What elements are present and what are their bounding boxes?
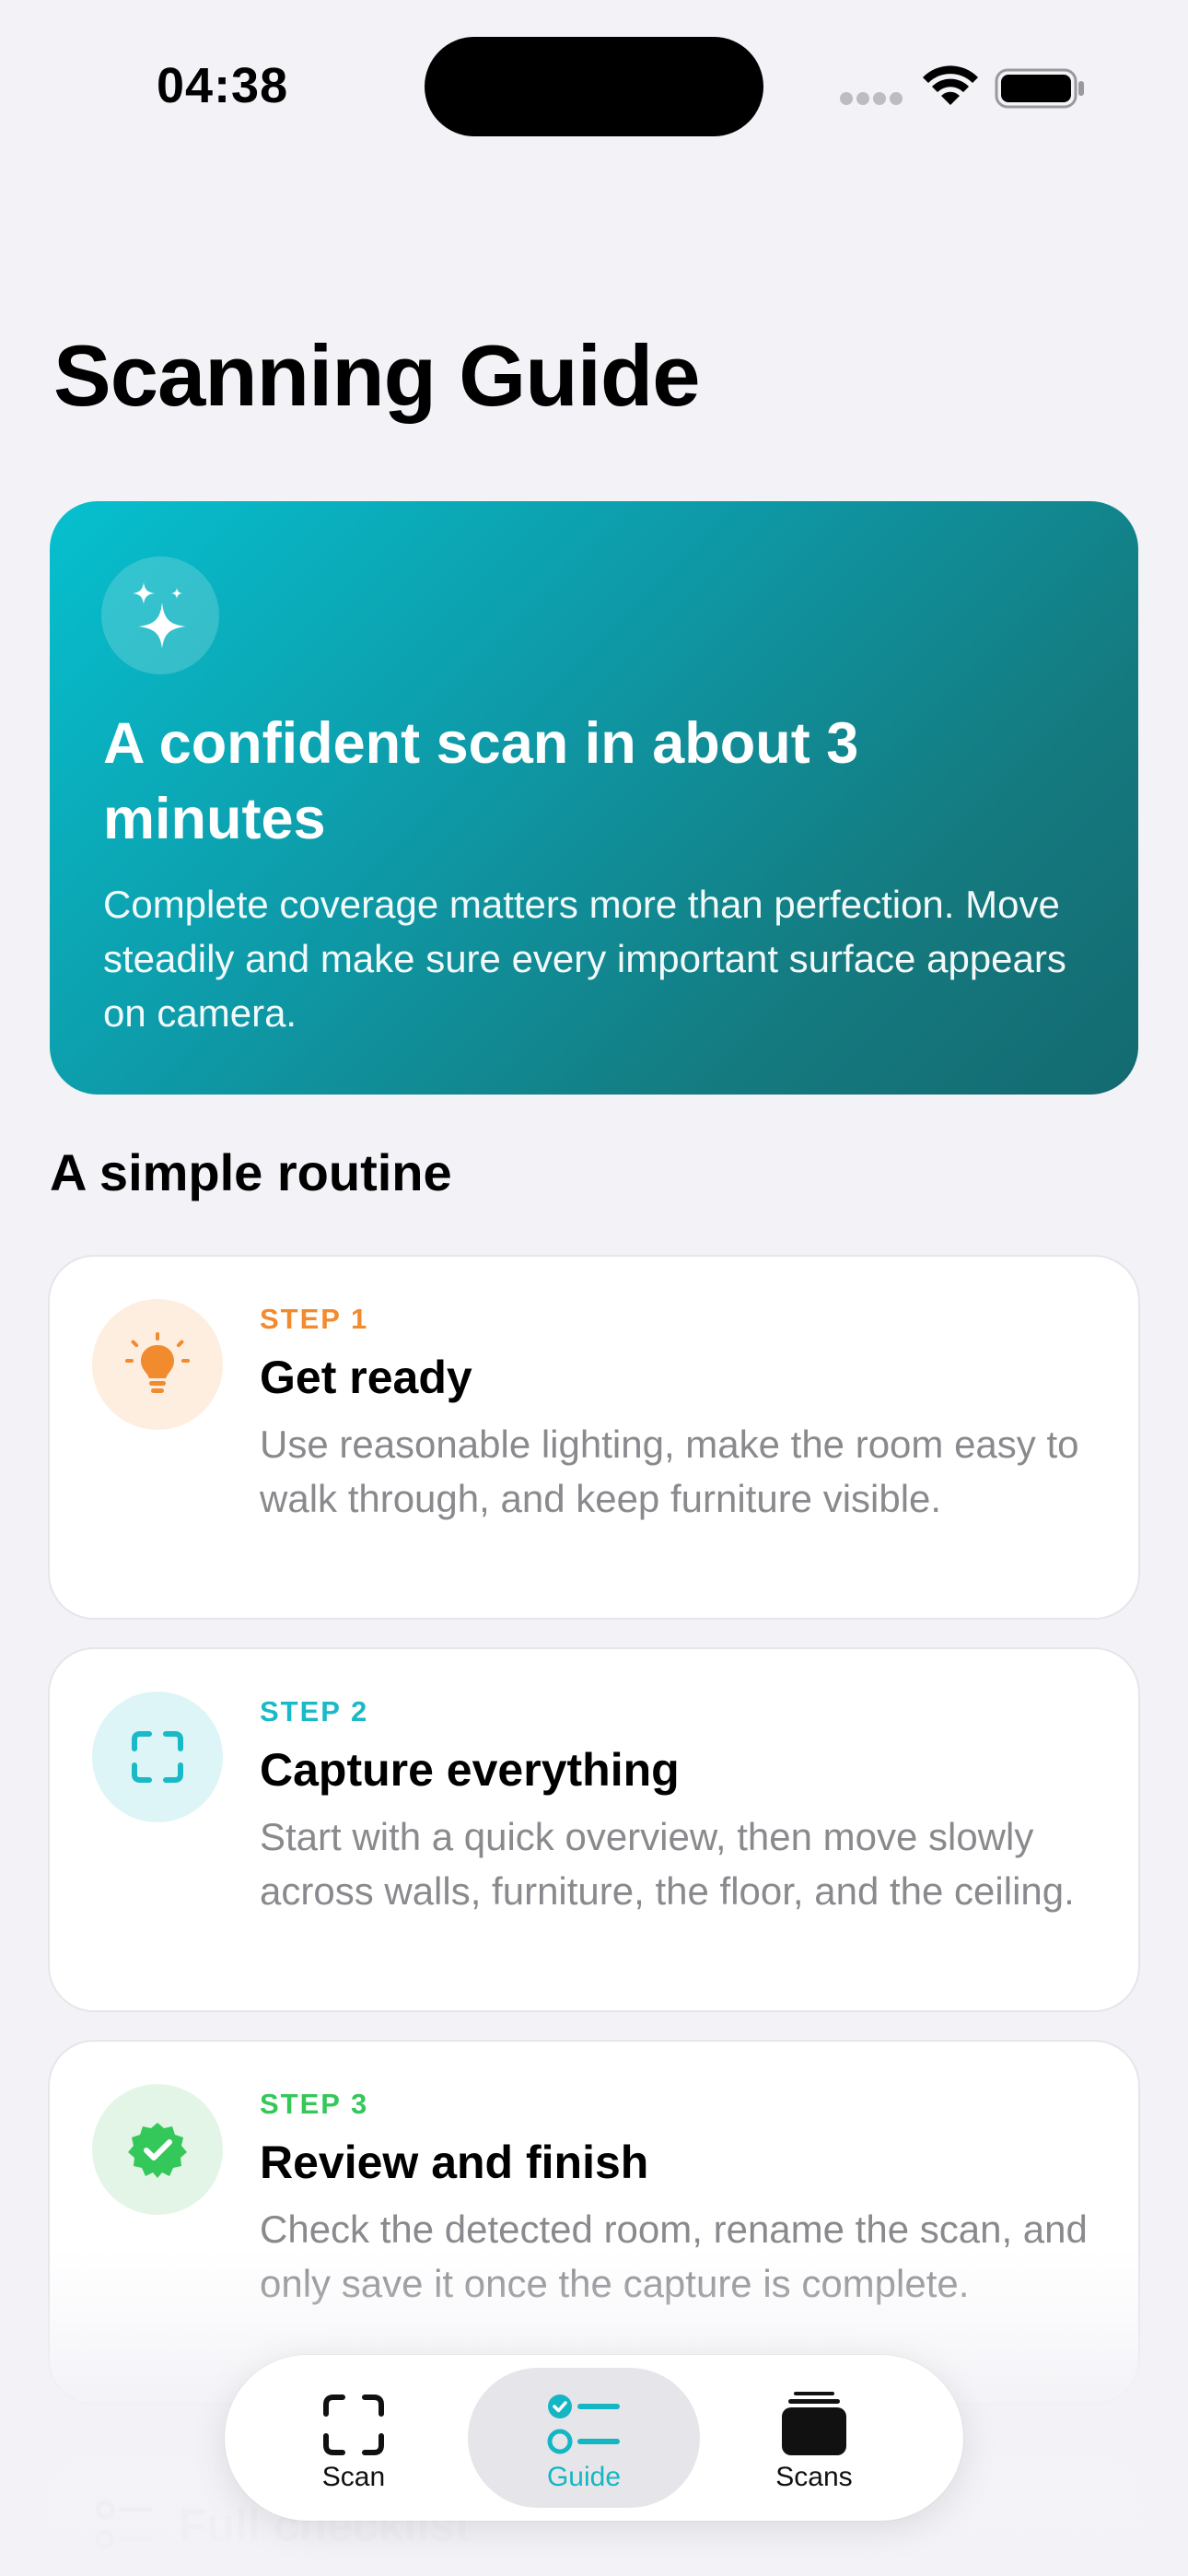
lightbulb-icon xyxy=(92,1299,223,1430)
step-card-2: STEP 2 Capture everything Start with a q… xyxy=(50,1649,1138,2010)
step-title: Get ready xyxy=(260,1352,472,1403)
section-title: A simple routine xyxy=(50,1143,452,1201)
sparkles-icon xyxy=(101,556,219,674)
page-title: Scanning Guide xyxy=(53,327,701,424)
step-description: Use reasonable lighting, make the room e… xyxy=(260,1423,1079,1520)
step-title: Review and finish xyxy=(260,2137,649,2188)
viewfinder-icon xyxy=(92,1692,223,1822)
tab-bar: Scan Guide Scans xyxy=(225,2355,963,2521)
status-time: 04:38 xyxy=(157,58,289,113)
status-bar: 04:38 xyxy=(0,0,1188,175)
stack-icon xyxy=(698,2392,930,2458)
hero-card: A confident scan in about 3 minutes Comp… xyxy=(50,501,1138,1095)
tab-guide[interactable]: Guide xyxy=(468,2368,700,2508)
step-label: STEP 2 xyxy=(260,1695,369,1727)
step-description: Start with a quick overview, then move s… xyxy=(260,1815,1075,1913)
wifi-icon xyxy=(923,65,978,105)
step-card-1: STEP 1 Get ready Use reasonable lighting… xyxy=(50,1257,1138,1618)
step-label: STEP 3 xyxy=(260,2088,369,2120)
list-checklist-icon xyxy=(468,2392,700,2458)
step-description: Check the detected room, rename the scan… xyxy=(260,2207,1088,2305)
dynamic-island xyxy=(425,37,763,136)
step-label: STEP 1 xyxy=(260,1303,369,1335)
tab-label: Scans xyxy=(775,2462,853,2492)
hero-description: Complete coverage matters more than perf… xyxy=(103,883,1066,1035)
tab-scan[interactable]: Scan xyxy=(238,2368,470,2508)
step-card-3: STEP 3 Review and finish Check the detec… xyxy=(50,2042,1138,2403)
tab-scans[interactable]: Scans xyxy=(698,2368,930,2508)
cellular-icon xyxy=(840,92,904,105)
list-checklist-icon xyxy=(96,2500,153,2549)
battery-icon xyxy=(995,68,1084,109)
tab-label: Scan xyxy=(321,2462,386,2492)
checkmark-seal-icon xyxy=(92,2084,223,2215)
screen: 04:38 Scanning Guide A confident scan in… xyxy=(0,0,1188,2576)
step-title: Capture everything xyxy=(260,1744,680,1796)
viewfinder-icon xyxy=(238,2392,470,2458)
tab-label: Guide xyxy=(546,2462,622,2492)
hero-title: A confident scan in about 3 minutes xyxy=(103,711,859,851)
